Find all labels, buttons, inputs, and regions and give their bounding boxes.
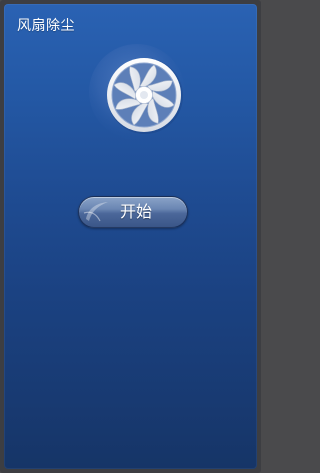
start-button-label: 开始 bbox=[119, 202, 152, 221]
window-frame: 风扇除尘 开始 bbox=[0, 0, 261, 473]
fan-icon bbox=[87, 44, 187, 144]
window-title: 风扇除尘 bbox=[17, 18, 75, 34]
start-button[interactable]: 开始 bbox=[78, 196, 188, 228]
main-panel: 风扇除尘 开始 bbox=[4, 4, 257, 469]
